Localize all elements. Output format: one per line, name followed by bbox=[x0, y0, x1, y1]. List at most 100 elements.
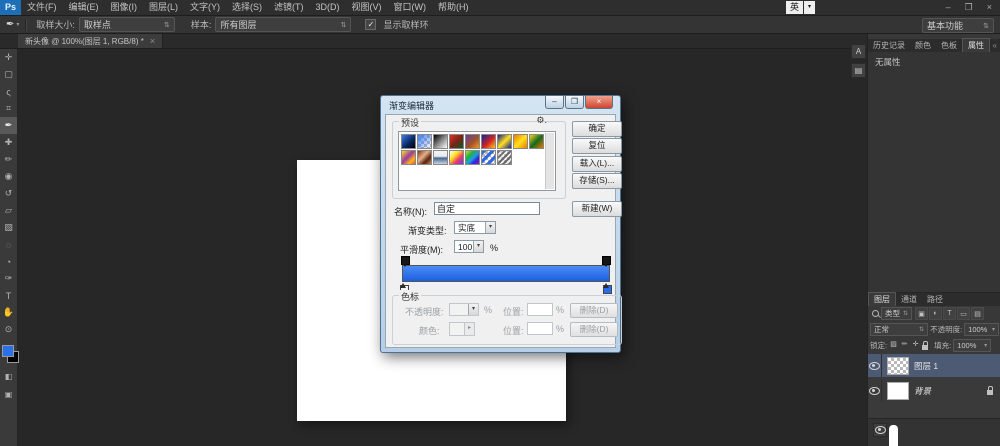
blur-tool[interactable]: ◌ bbox=[0, 236, 17, 253]
menu-item-9[interactable]: 窗口(W) bbox=[388, 0, 433, 15]
gradient-preset-violet-orange[interactable] bbox=[465, 134, 480, 149]
menu-item-3[interactable]: 图层(L) bbox=[143, 0, 184, 15]
delete-opacity-stop-button[interactable]: 删除(D) bbox=[570, 303, 618, 318]
menu-item-1[interactable]: 编辑(E) bbox=[63, 0, 105, 15]
new-button[interactable]: 新建(W) bbox=[572, 201, 622, 217]
smart-object-filter-icon[interactable]: ▤ bbox=[971, 307, 985, 320]
tab-0[interactable]: 历史记录 bbox=[868, 39, 910, 52]
move-tool[interactable]: ✛ bbox=[0, 49, 17, 66]
layers-tab-2[interactable]: 路径 bbox=[922, 293, 948, 306]
filter-kind-dropdown[interactable]: 类型 ⇅ bbox=[881, 307, 913, 320]
healing-brush-tool[interactable]: ✚ bbox=[0, 134, 17, 151]
ime-indicator[interactable]: 英 bbox=[786, 1, 803, 14]
collapse-dock-icon[interactable]: « bbox=[993, 39, 1000, 52]
layers-tab-0[interactable]: 图层 bbox=[868, 292, 896, 306]
menu-item-6[interactable]: 滤镜(T) bbox=[268, 0, 310, 15]
menu-item-5[interactable]: 选择(S) bbox=[226, 0, 268, 15]
gradient-preset-fg-to-bg[interactable] bbox=[401, 134, 416, 149]
reset-button[interactable]: 复位 bbox=[572, 138, 622, 154]
gradient-preview-bar[interactable] bbox=[400, 256, 612, 294]
gradient-preset-fg-to-transparent[interactable] bbox=[417, 134, 432, 149]
gradient-preset-red-green[interactable] bbox=[449, 134, 464, 149]
screen-mode-button[interactable]: ▣ bbox=[2, 389, 15, 400]
gradient-preset-yellow-violet-orange[interactable] bbox=[401, 150, 416, 165]
layer-row-background[interactable]: 背景 bbox=[868, 379, 1000, 402]
menu-item-2[interactable]: 图像(I) bbox=[105, 0, 144, 15]
ime-dropdown-icon[interactable]: ▾ bbox=[804, 1, 815, 14]
zoom-tool[interactable]: ⊙ bbox=[0, 321, 17, 338]
visibility-toggle[interactable] bbox=[868, 354, 882, 377]
menu-item-0[interactable]: 文件(F) bbox=[21, 0, 63, 15]
lock-transparent-icon[interactable]: ▨ bbox=[889, 340, 898, 350]
document-tab[interactable]: 新头像 @ 100%(图层 1, RGB/8) * × bbox=[18, 34, 164, 48]
gradient-type-dropdown[interactable]: 实底 ▾ bbox=[454, 221, 496, 234]
type-layer-filter-icon[interactable]: T bbox=[943, 307, 957, 320]
lock-all-icon[interactable] bbox=[922, 340, 929, 350]
blend-mode-dropdown[interactable]: 正常 ⇅ bbox=[870, 323, 929, 336]
quick-mask-button[interactable]: ◧ bbox=[2, 371, 15, 382]
save-button[interactable]: 存储(S)... bbox=[572, 173, 622, 189]
hand-tool[interactable]: ✋ bbox=[0, 304, 17, 321]
gradient-preset-chrome[interactable] bbox=[433, 150, 448, 165]
marquee-tool[interactable]: ▢ bbox=[0, 66, 17, 83]
visibility-toggle[interactable] bbox=[868, 379, 882, 402]
stop-position-input[interactable] bbox=[527, 303, 553, 316]
gradient-name-input[interactable] bbox=[434, 202, 540, 215]
ok-button[interactable]: 确定 bbox=[572, 121, 622, 137]
lock-paint-icon[interactable]: ✏ bbox=[900, 340, 909, 350]
gradient-preset-black-white[interactable] bbox=[433, 134, 448, 149]
dialog-minimize-button[interactable]: – bbox=[545, 96, 564, 109]
show-sampling-ring-checkbox[interactable]: ✓ bbox=[365, 19, 377, 30]
gradient-preset-noise[interactable] bbox=[497, 150, 512, 165]
gradient-preset-transparent-stripes[interactable] bbox=[481, 150, 496, 165]
layer-thumbnail[interactable] bbox=[887, 381, 909, 400]
gradient-preset-yellow-pink-purple[interactable] bbox=[449, 150, 464, 165]
delete-color-stop-button[interactable]: 删除(D) bbox=[570, 322, 618, 337]
stop-position-input[interactable] bbox=[527, 322, 553, 335]
preset-scrollbar[interactable] bbox=[545, 133, 554, 189]
menu-item-8[interactable]: 视图(V) bbox=[346, 0, 388, 15]
sample-dropdown[interactable]: 所有图层 ⇅ bbox=[215, 17, 352, 32]
pen-tool[interactable]: ✑ bbox=[0, 270, 17, 287]
eyedropper-icon[interactable]: ✒ bbox=[6, 19, 14, 30]
paragraph-panel-icon[interactable]: ▤ bbox=[851, 63, 866, 78]
dodge-tool[interactable]: ◔ bbox=[0, 253, 17, 270]
dialog-close-button[interactable]: × bbox=[585, 96, 613, 109]
opacity-stop-left[interactable] bbox=[401, 256, 410, 267]
smoothness-input[interactable]: 100 ▾ bbox=[454, 240, 484, 253]
tab-1[interactable]: 颜色 bbox=[910, 39, 936, 52]
menu-item-4[interactable]: 文字(Y) bbox=[184, 0, 226, 15]
menu-item-10[interactable]: 帮助(H) bbox=[432, 0, 475, 15]
gradient-preset-blue-yellow-blue[interactable] bbox=[497, 134, 512, 149]
eraser-tool[interactable]: ▱ bbox=[0, 202, 17, 219]
visibility-toggle[interactable] bbox=[873, 423, 887, 437]
tab-2[interactable]: 色板 bbox=[936, 39, 962, 52]
stop-opacity-input[interactable]: ▾ bbox=[449, 303, 479, 316]
minimize-button[interactable]: – bbox=[946, 0, 951, 15]
close-button[interactable]: × bbox=[987, 0, 992, 15]
lasso-tool[interactable]: ς bbox=[0, 83, 17, 100]
tab-close-icon[interactable]: × bbox=[150, 36, 155, 46]
gradient-preset-spectrum[interactable] bbox=[465, 150, 480, 165]
gradient-preset-orange-yellow-orange[interactable] bbox=[513, 134, 528, 149]
tab-3[interactable]: 属性 bbox=[962, 38, 990, 52]
dialog-restore-button[interactable]: ❐ bbox=[565, 96, 584, 109]
load-button[interactable]: 载入(L)... bbox=[572, 156, 622, 172]
history-brush-tool[interactable]: ↺ bbox=[0, 185, 17, 202]
character-panel-icon[interactable]: A bbox=[851, 44, 866, 59]
opacity-stop-right[interactable] bbox=[602, 256, 611, 267]
workspace-dropdown[interactable]: 基本功能 ⇅ bbox=[922, 18, 994, 33]
foreground-color-swatch[interactable] bbox=[2, 345, 14, 357]
pixel-layer-filter-icon[interactable]: ▣ bbox=[915, 307, 929, 320]
opacity-value[interactable]: 100% ▾ bbox=[964, 323, 999, 336]
gradient-preset-blue-red-yellow[interactable] bbox=[481, 134, 496, 149]
gradient-preset-copper[interactable] bbox=[417, 150, 432, 165]
layer-row-layer1[interactable]: 图层 1 bbox=[868, 354, 1000, 377]
adjustment-layer-filter-icon[interactable]: ◐ bbox=[929, 307, 943, 320]
layer-thumbnail[interactable] bbox=[887, 356, 909, 375]
gradient-tool[interactable]: ▧ bbox=[0, 219, 17, 236]
eyedropper-tool[interactable]: ✒ bbox=[0, 117, 17, 134]
lock-move-icon[interactable]: ✛ bbox=[911, 340, 920, 350]
presets-menu-gear-icon[interactable]: ⚙. bbox=[536, 115, 547, 126]
color-stop-right[interactable] bbox=[603, 283, 612, 294]
